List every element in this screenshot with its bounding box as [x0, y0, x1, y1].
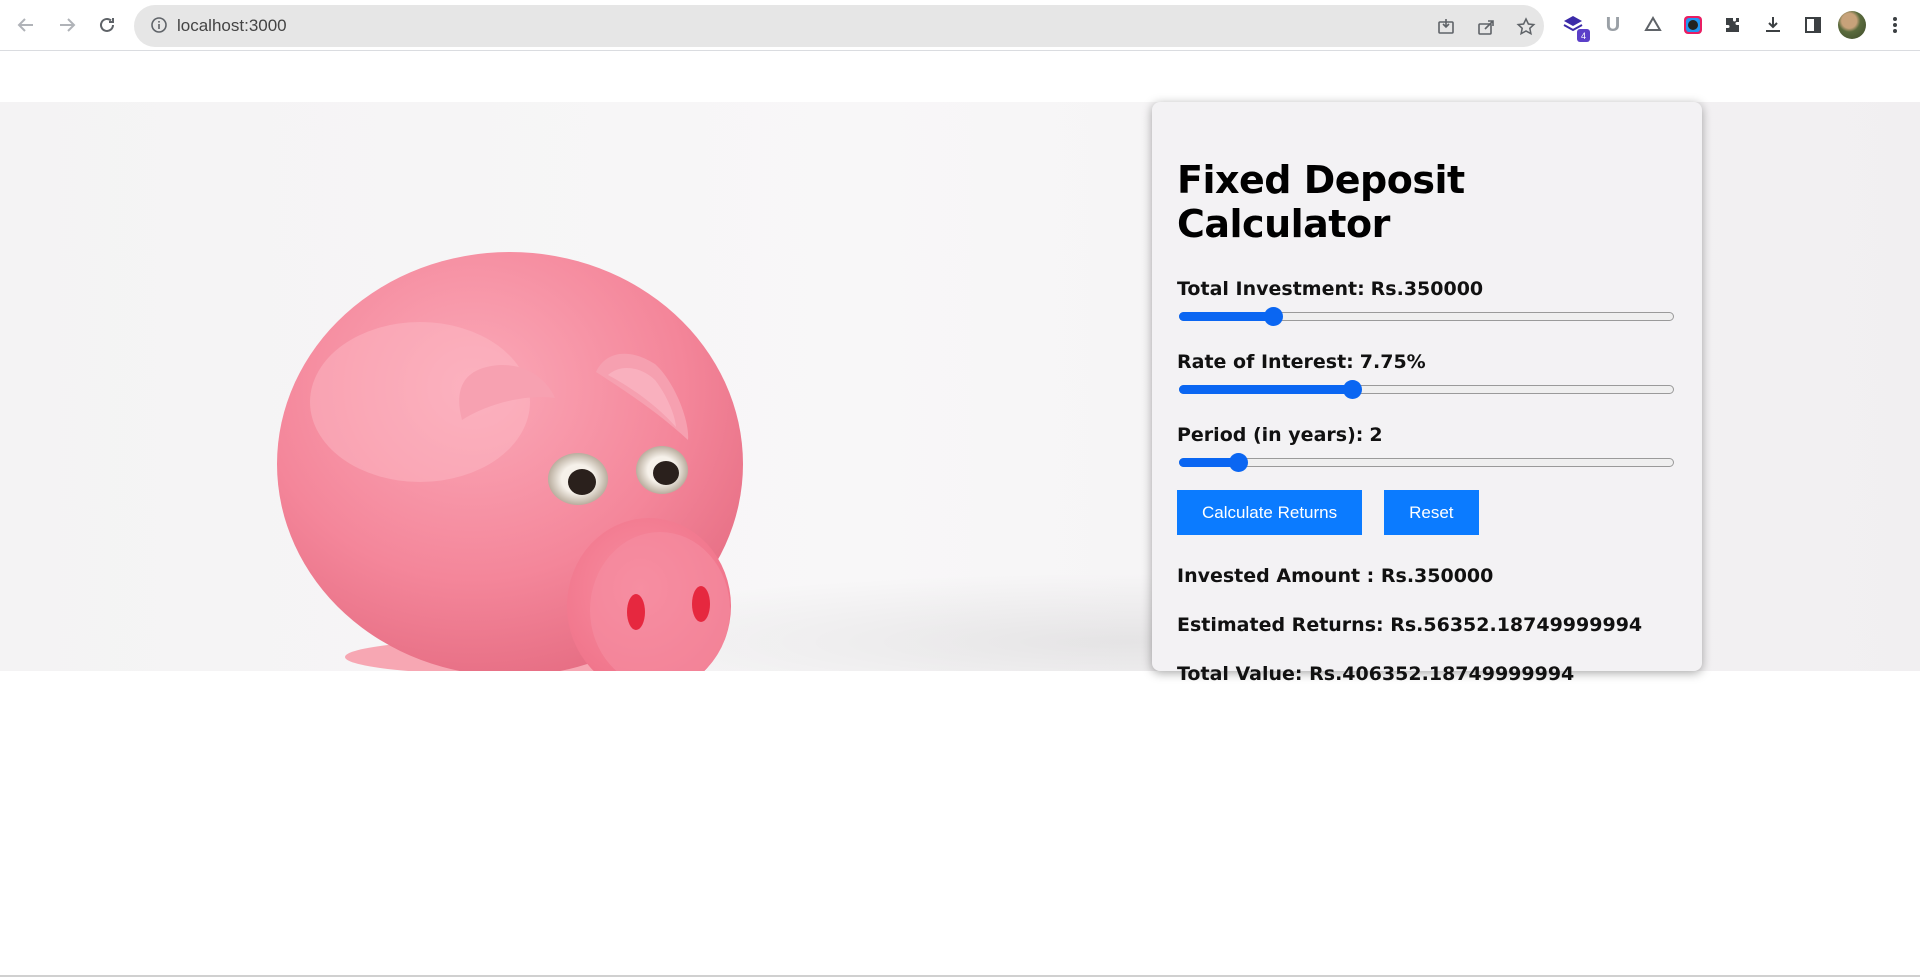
investment-field: Total Investment: Rs.350000: [1177, 278, 1677, 326]
fd-calculator-card: Fixed Deposit Calculator Total Investmen…: [1152, 102, 1702, 685]
puzzle-extensions-icon[interactable]: [1718, 10, 1748, 40]
back-icon[interactable]: [10, 9, 42, 41]
address-bar[interactable]: localhost:3000: [134, 5, 1544, 47]
url-text[interactable]: localhost:3000: [177, 16, 287, 36]
calculate-returns-button[interactable]: Calculate Returns: [1177, 490, 1363, 535]
color-picker-extension-icon[interactable]: [1678, 10, 1708, 40]
reset-button[interactable]: Reset: [1384, 490, 1479, 535]
investment-value: Rs.350000: [1370, 278, 1484, 300]
bookmark-star-icon[interactable]: [1513, 14, 1539, 40]
slider-track[interactable]: [1179, 458, 1674, 467]
piggy-bank-image: [277, 252, 743, 671]
profile-avatar[interactable]: [1838, 11, 1866, 39]
slider-fill: [1179, 312, 1274, 321]
site-info-icon[interactable]: [150, 16, 170, 36]
results-section: Invested Amount : Rs.350000 Estimated Re…: [1177, 565, 1677, 685]
forward-icon[interactable]: [51, 9, 83, 41]
period-label: Period (in years):: [1177, 424, 1364, 446]
page-title: Fixed Deposit Calculator: [1177, 158, 1465, 246]
total-value-text: Total Value: Rs.406352.18749999994: [1177, 663, 1575, 685]
download-icon[interactable]: [1758, 10, 1788, 40]
interest-label: Rate of Interest:: [1177, 351, 1354, 373]
investment-slider[interactable]: [1177, 307, 1674, 326]
extension-stack-icon[interactable]: 4: [1558, 10, 1590, 42]
interest-value: 7.75%: [1359, 351, 1426, 373]
side-panel-icon[interactable]: [1798, 10, 1828, 40]
extension-badge: 4: [1577, 29, 1590, 42]
slider-thumb[interactable]: [1229, 453, 1249, 472]
share-icon[interactable]: [1473, 14, 1499, 40]
reload-icon[interactable]: [91, 9, 123, 41]
interest-slider[interactable]: [1177, 380, 1674, 399]
period-field: Period (in years): 2: [1177, 424, 1677, 472]
drive-extension-icon[interactable]: [1638, 10, 1668, 40]
browser-toolbar: localhost:3000 4 U: [0, 0, 1920, 51]
invested-amount-text: Invested Amount : Rs.350000: [1177, 565, 1494, 587]
install-icon[interactable]: [1433, 14, 1459, 40]
investment-label: Total Investment:: [1177, 278, 1365, 300]
menu-kebab-icon[interactable]: [1880, 10, 1910, 40]
slider-thumb[interactable]: [1264, 307, 1284, 326]
period-slider[interactable]: [1177, 453, 1674, 472]
slider-fill: [1179, 385, 1353, 394]
slider-thumb[interactable]: [1343, 380, 1363, 399]
action-buttons: Calculate Returns Reset: [1177, 490, 1677, 535]
estimated-returns-text: Estimated Returns: Rs.56352.18749999994: [1177, 614, 1643, 636]
period-value: 2: [1369, 424, 1383, 446]
interest-field: Rate of Interest: 7.75%: [1177, 351, 1677, 399]
u-extension-icon[interactable]: U: [1598, 10, 1628, 40]
